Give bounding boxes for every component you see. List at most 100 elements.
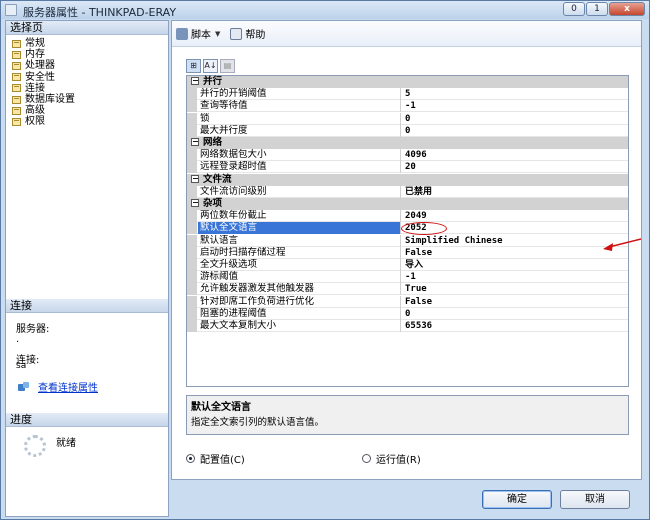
maximize-button[interactable]: 1 <box>586 2 608 16</box>
property-value[interactable]: 0 <box>403 125 623 137</box>
property-row[interactable]: 最大并行度 0 <box>187 124 628 137</box>
pages-header: 选择页 <box>6 21 168 35</box>
property-value[interactable]: False <box>403 296 623 308</box>
row-gutter <box>187 271 197 284</box>
description-title: 默认全文语言 <box>191 402 251 413</box>
page-item[interactable]: 安全性 <box>12 72 75 83</box>
server-label: 服务器: <box>16 324 50 335</box>
radio-configured-icon[interactable] <box>186 454 195 463</box>
property-row[interactable]: 全文升级选项 导入 <box>187 259 628 271</box>
progress-header: 进度 <box>6 413 168 427</box>
property-name: 最大并行度 <box>198 124 401 137</box>
page-item[interactable]: 高级 <box>12 105 75 116</box>
page-item-label: 内存 <box>25 49 45 61</box>
grid-tools: ⊞ A↓ ▤ <box>186 59 237 73</box>
property-row[interactable]: 远程登录超时值 20 <box>187 161 628 174</box>
category-row[interactable]: − 网络 <box>187 137 628 149</box>
property-name: 锁 <box>198 112 401 125</box>
page-icon <box>12 117 21 126</box>
help-button[interactable]: 帮助 <box>230 26 265 41</box>
cancel-button[interactable]: 取消 <box>560 490 630 509</box>
row-gutter <box>187 222 197 235</box>
category-row[interactable]: − 文件流 <box>187 173 628 186</box>
property-row[interactable]: 针对即席工作负荷进行优化 False <box>187 295 628 308</box>
page-icon <box>12 106 21 115</box>
property-name: 并行的开销阈值 <box>198 88 401 101</box>
script-button[interactable]: 脚本 ▼ <box>176 26 220 41</box>
property-row[interactable]: 两位数年份截止 2049 <box>187 210 628 223</box>
property-name: 针对即席工作负荷进行优化 <box>198 295 401 308</box>
title-bar[interactable]: 服务器属性 - THINKPAD-ERAY 0 1 x <box>1 1 649 19</box>
property-value[interactable]: -1 <box>403 271 623 283</box>
close-button[interactable]: x <box>609 2 645 16</box>
property-grid: − 并行 并行的开销阈值 5 查询等待值 -1 锁 0 最大并行度 0− 网络 网络数据包大小 4096… <box>186 75 629 387</box>
property-name: 远程登录超时值 <box>198 161 401 174</box>
property-row[interactable]: 文件流访问级别 已禁用 <box>187 185 628 198</box>
chevron-down-icon[interactable]: ▼ <box>215 30 220 38</box>
left-pane: 选择页 常规 内存 处理器 安全性 连接 数据库设置 高级 权限 连接 服务器: . 连接: … <box>5 20 169 517</box>
page-item[interactable]: 内存 <box>12 49 75 60</box>
row-gutter <box>187 185 197 198</box>
configured-values-label: 配置值(C) <box>200 455 245 466</box>
categorized-icon[interactable]: ⊞ <box>186 59 201 73</box>
configured-values-radio[interactable]: 配置值(C) <box>186 451 245 466</box>
property-value[interactable]: 2049 <box>403 210 623 222</box>
page-item[interactable]: 权限 <box>12 116 75 127</box>
category-row[interactable]: − 杂项 <box>187 198 628 210</box>
property-name: 阻塞的进程阈值 <box>198 307 401 320</box>
view-connection-properties-link[interactable]: 查看连接属性 <box>38 379 98 394</box>
property-row[interactable]: 阻塞的进程阈值 0 <box>187 307 628 320</box>
property-value[interactable]: 导入 <box>403 259 623 271</box>
ok-button[interactable]: 确定 <box>482 490 552 509</box>
property-value[interactable]: False <box>403 247 623 259</box>
property-value[interactable]: -1 <box>403 100 623 112</box>
connection-properties-icon <box>18 381 30 392</box>
window-title: 服务器属性 - THINKPAD-ERAY <box>23 6 177 19</box>
alphabetical-sort-icon[interactable]: A↓ <box>203 59 218 73</box>
page-item-label: 连接 <box>25 82 45 94</box>
property-row[interactable]: 并行的开销阈值 5 <box>187 88 628 101</box>
row-gutter <box>187 112 197 125</box>
property-value[interactable]: 20 <box>403 161 623 173</box>
property-value[interactable]: 0 <box>403 308 623 320</box>
property-value[interactable]: 已禁用 <box>403 186 623 198</box>
page-icon <box>12 73 21 82</box>
property-value[interactable]: 4096 <box>403 149 623 161</box>
collapse-icon[interactable]: − <box>191 199 199 207</box>
category-row[interactable]: − 并行 <box>187 76 628 88</box>
property-value[interactable]: 0 <box>403 113 623 125</box>
collapse-icon[interactable]: − <box>191 174 199 183</box>
minimize-button[interactable]: 0 <box>563 2 585 16</box>
property-value[interactable]: 5 <box>403 88 623 100</box>
property-row[interactable]: 允许触发器激发其他触发器 True <box>187 283 628 296</box>
description-text: 指定全文索引列的默认语言值。 <box>191 417 325 428</box>
property-row[interactable]: 网络数据包大小 4096 <box>187 149 628 162</box>
property-row[interactable]: 默认语言 Simplified Chinese <box>187 234 628 247</box>
property-name: 最大文本复制大小 <box>198 320 401 332</box>
row-gutter <box>187 295 197 308</box>
window-controls: 0 1 x <box>562 2 645 16</box>
property-row[interactable]: 查询等待值 -1 <box>187 100 628 113</box>
running-values-radio[interactable]: 运行值(R) <box>362 451 421 466</box>
page-item[interactable]: 处理器 <box>12 60 75 71</box>
property-value[interactable]: 65536 <box>403 320 623 332</box>
collapse-icon[interactable]: − <box>191 77 199 85</box>
page-item[interactable]: 常规 <box>12 38 75 49</box>
row-gutter <box>187 234 197 247</box>
property-value[interactable]: Simplified Chinese <box>403 235 623 247</box>
collapse-icon[interactable]: − <box>191 138 199 146</box>
row-gutter <box>187 100 197 113</box>
property-value[interactable]: True <box>403 283 623 295</box>
row-gutter <box>187 307 197 320</box>
row-gutter <box>187 124 197 137</box>
property-row[interactable]: 最大文本复制大小 65536 <box>187 320 628 332</box>
view-connection-properties[interactable]: 查看连接属性 <box>18 379 98 394</box>
page-item[interactable]: 数据库设置 <box>12 94 75 105</box>
property-row[interactable]: 游标阈值 -1 <box>187 271 628 284</box>
property-row[interactable]: 锁0 <box>187 112 628 125</box>
radio-running-icon[interactable] <box>362 454 371 463</box>
property-row[interactable]: 启动时扫描存储过程 False <box>187 246 628 259</box>
page-item[interactable]: 连接 <box>12 83 75 94</box>
row-gutter <box>187 210 197 223</box>
property-row[interactable]: 默认全文语言 2052 <box>187 222 628 236</box>
